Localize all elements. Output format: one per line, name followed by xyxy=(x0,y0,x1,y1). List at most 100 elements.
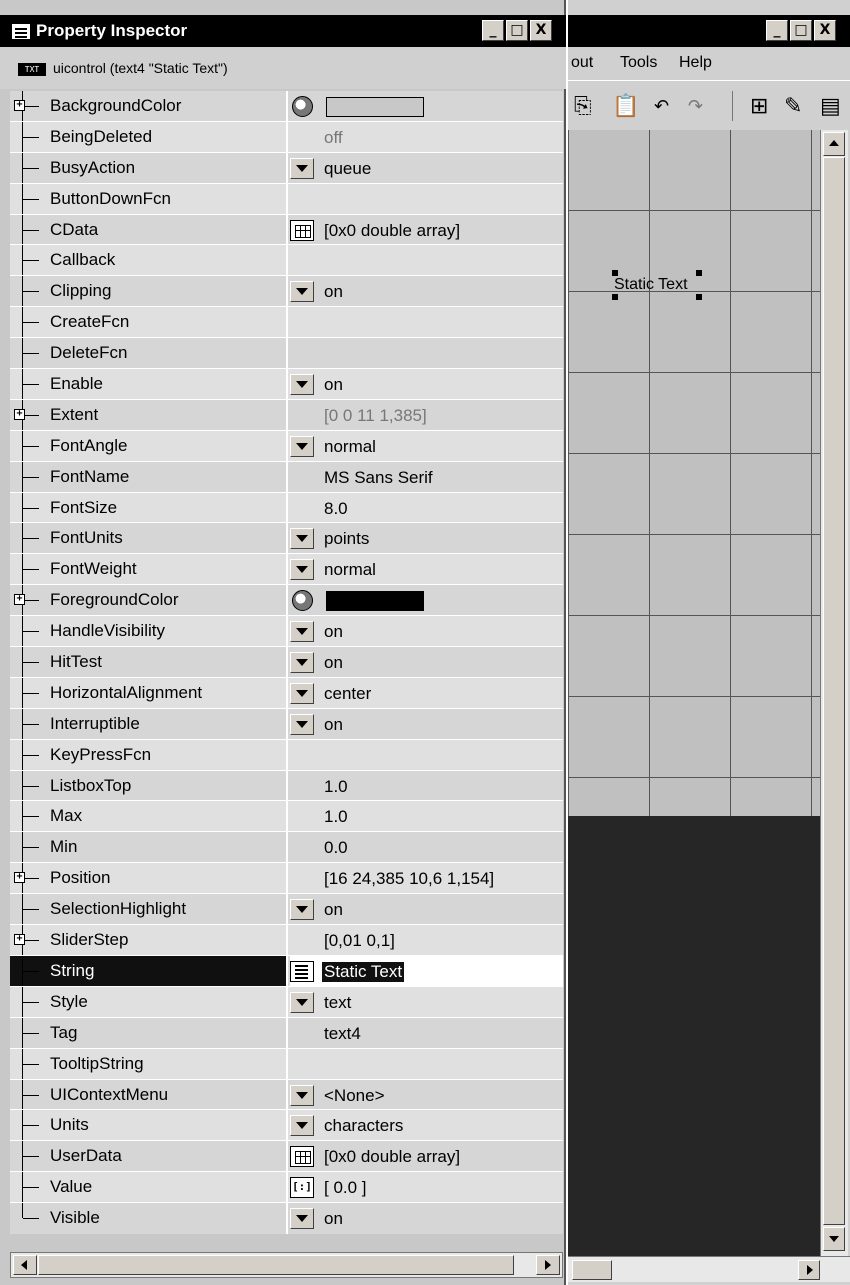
expand-icon[interactable]: + xyxy=(14,594,25,606)
property-name-cell[interactable]: HorizontalAlignment xyxy=(10,677,288,708)
property-name-cell[interactable]: FontWeight xyxy=(10,554,288,585)
scroll-right-icon[interactable] xyxy=(798,1260,820,1280)
property-row[interactable]: HandleVisibility on xyxy=(10,616,563,648)
property-name-cell[interactable]: Enable xyxy=(10,369,288,399)
array-grid-icon[interactable] xyxy=(290,219,314,241)
property-value-cell[interactable] xyxy=(290,307,563,337)
dropdown-arrow-icon[interactable] xyxy=(290,281,314,303)
property-row[interactable]: Callback xyxy=(10,245,563,277)
color-swatch[interactable] xyxy=(326,591,424,612)
property-row[interactable]: + Position [16 24,385 10,6 1,154] xyxy=(10,863,563,895)
property-row[interactable]: DeleteFcn xyxy=(10,338,563,370)
property-row[interactable]: BeingDeleted off xyxy=(10,121,563,153)
property-value-cell[interactable]: <None> xyxy=(290,1080,563,1110)
copy-icon[interactable]: ⎘ xyxy=(574,94,592,119)
property-name-cell[interactable]: Clipping xyxy=(10,276,288,307)
property-row[interactable]: FontUnits points xyxy=(10,523,563,555)
property-value-cell[interactable]: on xyxy=(290,276,563,306)
property-row[interactable]: Max 1.0 xyxy=(10,801,563,833)
close-button[interactable]: X xyxy=(814,20,836,41)
property-row[interactable]: BusyAction queue xyxy=(10,152,563,184)
property-row[interactable]: HitTest on xyxy=(10,647,563,678)
property-name-cell[interactable]: + Position xyxy=(10,863,288,894)
text-edit-icon[interactable] xyxy=(290,960,314,982)
property-name-cell[interactable]: FontAngle xyxy=(10,430,288,461)
align-icon[interactable]: ⊞ xyxy=(750,94,768,119)
horizontal-scrollbar[interactable] xyxy=(568,1256,850,1282)
menu-layout[interactable]: out xyxy=(571,54,593,72)
property-name-cell[interactable]: + BackgroundColor xyxy=(10,91,288,121)
scroll-thumb[interactable] xyxy=(572,1260,612,1280)
property-name-cell[interactable]: DeleteFcn xyxy=(10,338,288,369)
property-row[interactable]: Tag text4 xyxy=(10,1017,563,1049)
property-row[interactable]: Visible on xyxy=(10,1203,563,1234)
undo-icon[interactable]: ↶ xyxy=(654,96,669,117)
selection-handle[interactable] xyxy=(612,270,618,276)
property-row[interactable]: KeyPressFcn xyxy=(10,739,563,771)
maximize-button[interactable]: □ xyxy=(506,20,528,41)
property-value-cell[interactable] xyxy=(290,245,563,275)
property-value-cell[interactable]: off xyxy=(290,122,563,152)
property-name-cell[interactable]: BeingDeleted xyxy=(10,121,288,152)
property-name-cell[interactable]: BusyAction xyxy=(10,152,288,183)
dropdown-arrow-icon[interactable] xyxy=(290,899,314,921)
property-name-cell[interactable]: FontSize xyxy=(10,492,288,523)
property-row[interactable]: TooltipString xyxy=(10,1048,563,1080)
color-picker-icon[interactable] xyxy=(292,590,313,612)
property-row[interactable]: Style text xyxy=(10,986,563,1018)
property-row[interactable]: Min 0.0 xyxy=(10,832,563,864)
property-value-cell[interactable]: points xyxy=(290,523,563,553)
property-value-cell[interactable]: on xyxy=(290,369,563,399)
property-row[interactable]: FontAngle normal xyxy=(10,430,563,462)
menu-help[interactable]: Help xyxy=(679,54,712,72)
property-value-cell[interactable]: characters xyxy=(290,1110,563,1140)
property-name-cell[interactable]: + Extent xyxy=(10,399,288,430)
property-name-cell[interactable]: Units xyxy=(10,1110,288,1141)
dropdown-arrow-icon[interactable] xyxy=(290,559,314,581)
property-row[interactable]: HorizontalAlignment center xyxy=(10,677,563,709)
maximize-button[interactable]: □ xyxy=(790,20,812,41)
property-row[interactable]: SelectionHighlight on xyxy=(10,894,563,926)
scroll-right-icon[interactable] xyxy=(536,1255,560,1275)
dropdown-arrow-icon[interactable] xyxy=(290,991,314,1013)
menu-tools[interactable]: Tools xyxy=(620,54,657,72)
selection-handle[interactable] xyxy=(612,294,618,300)
property-value-cell[interactable]: center xyxy=(290,678,563,708)
property-value-cell[interactable]: on xyxy=(290,709,563,739)
property-row[interactable]: + SliderStep [0,01 0,1] xyxy=(10,925,563,956)
property-row[interactable]: FontName MS Sans Serif xyxy=(10,461,563,493)
property-value-cell[interactable]: [0x0 double array] xyxy=(290,215,563,245)
property-value-cell[interactable]: 0.0 xyxy=(290,832,563,862)
dropdown-arrow-icon[interactable] xyxy=(290,621,314,643)
property-value-cell[interactable]: 1.0 xyxy=(290,771,563,801)
static-text-control[interactable]: Static Text xyxy=(614,276,688,294)
dropdown-arrow-icon[interactable] xyxy=(290,713,314,735)
property-row[interactable]: CreateFcn xyxy=(10,307,563,339)
property-name-cell[interactable]: SelectionHighlight xyxy=(10,894,288,925)
property-value-cell[interactable]: queue xyxy=(290,153,563,183)
property-value-cell[interactable]: on xyxy=(290,1203,563,1234)
property-name-cell[interactable]: + ForegroundColor xyxy=(10,585,288,616)
scroll-up-icon[interactable] xyxy=(823,132,845,156)
property-value-cell[interactable]: 8.0 xyxy=(290,493,563,523)
property-value-cell[interactable]: Static Text xyxy=(290,955,563,986)
property-name-cell[interactable]: TooltipString xyxy=(10,1048,288,1079)
inspector-titlebar[interactable]: Property Inspector _ □ X xyxy=(0,15,566,47)
minimize-button[interactable]: _ xyxy=(766,20,788,41)
property-row[interactable]: Units characters xyxy=(10,1110,563,1142)
dropdown-arrow-icon[interactable] xyxy=(290,1115,314,1137)
property-value-cell[interactable]: [:] [ 0.0 ] xyxy=(290,1172,563,1202)
property-value-cell[interactable]: [0x0 double array] xyxy=(290,1141,563,1171)
redo-icon[interactable]: ↷ xyxy=(688,96,703,117)
property-name-cell[interactable]: Visible xyxy=(10,1203,288,1234)
dropdown-arrow-icon[interactable] xyxy=(290,157,314,179)
property-name-cell[interactable]: Max xyxy=(10,801,288,832)
property-value-cell[interactable]: MS Sans Serif xyxy=(290,462,563,492)
minimize-button[interactable]: _ xyxy=(482,20,504,41)
property-value-cell[interactable]: [0 0 11 1,385] xyxy=(290,400,563,430)
property-row[interactable]: + ForegroundColor xyxy=(10,585,563,617)
array-grid-icon[interactable] xyxy=(290,1146,314,1168)
property-row[interactable]: ListboxTop 1.0 xyxy=(10,770,563,802)
property-value-cell[interactable] xyxy=(290,91,563,121)
property-value-cell[interactable] xyxy=(290,740,563,770)
